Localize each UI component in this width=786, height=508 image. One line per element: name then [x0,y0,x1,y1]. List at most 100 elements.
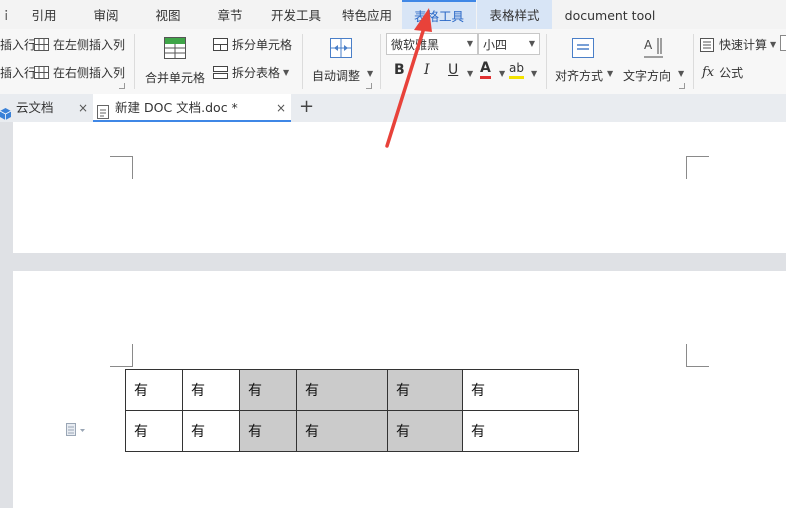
menu-tab-bar: ｉ 引用 审阅 视图 章节 开发工具 特色应用 表格工具 表格样式 docume… [0,0,786,30]
auto-fit-icon [330,38,352,58]
table-cell[interactable]: 有 [182,410,240,452]
alignment-icon [572,38,594,58]
document-tab-bar: 云文档 × 新建 DOC 文档.doc * × + [0,94,786,123]
overflow-icon[interactable] [780,35,786,51]
alignment-button[interactable]: 对齐方式 ▼ [552,33,614,89]
tab-special-features[interactable]: 特色应用 [337,0,397,29]
dropdown-caret-icon[interactable]: ▼ [467,69,473,78]
font-size-select[interactable]: 小四 ▼ [478,33,540,55]
insert-row-below-button[interactable]: 插入行 [0,62,36,82]
table-cell-selected[interactable]: 有 [296,369,388,411]
dropdown-caret-icon[interactable]: ▼ [531,69,537,78]
dropdown-caret-icon: ▼ [678,69,685,78]
dropdown-caret-icon: ▼ [466,39,473,48]
split-cells-button[interactable]: 拆分单元格 [213,34,292,54]
font-color-button[interactable]: A [480,61,491,79]
font-name-value: 微软雅黑 [391,38,440,52]
italic-button[interactable]: I [424,62,430,78]
insert-column-right-icon [34,65,49,79]
auto-fit-button[interactable]: 自动调整 ▼ [308,33,374,89]
dropdown-caret-icon: ▼ [528,39,535,48]
document-page-1[interactable] [13,122,786,253]
document-page-2[interactable]: 有 有 有 有 有 有 有 有 有 有 有 有 [13,271,786,508]
tab-review[interactable]: 审阅 [84,0,128,29]
tab-chapter[interactable]: 章节 [208,0,252,29]
document-canvas[interactable]: 有 有 有 有 有 有 有 有 有 有 有 有 [0,122,786,508]
ribbon-divider [302,34,303,89]
quick-calc-label: 快速计算 [719,37,768,52]
dropdown-caret-icon: ▼ [770,39,777,49]
formula-label: 公式 [719,65,744,80]
dropdown-caret-icon: ▼ [607,69,614,78]
font-name-select[interactable]: 微软雅黑 ▼ [386,33,478,55]
dropdown-caret-icon: ▼ [367,69,374,78]
doc-tab-cloud[interactable]: 云文档 × [0,94,92,122]
ribbon-divider [546,34,547,89]
table-cell-selected[interactable]: 有 [239,410,297,452]
auto-fit-label: 自动调整 [312,69,361,83]
calculator-icon [700,37,715,52]
text-direction-label: 文字方向 [623,69,672,83]
merge-cells-icon [164,37,186,59]
split-table-button[interactable]: 拆分表格 ▼ [213,62,289,82]
tab-table-style[interactable]: 表格样式 [477,0,552,29]
font-size-value: 小四 [483,38,508,52]
split-table-icon [213,65,228,79]
close-icon[interactable]: × [276,94,286,122]
table-cell[interactable]: 有 [125,369,183,411]
insert-row-above-button[interactable]: 插入行 [0,34,36,54]
ribbon-divider [380,34,381,89]
group-dialog-launcher[interactable] [119,83,125,89]
text-direction-icon: A [642,36,664,58]
margin-marker [110,156,133,179]
merge-cells-button[interactable]: 合并单元格 [140,33,212,89]
tab-document-tool[interactable]: document tool [560,0,660,29]
paragraph-menu-icon[interactable] [66,423,86,437]
word-table[interactable]: 有 有 有 有 有 有 有 有 有 有 有 有 [125,369,579,452]
merge-cells-label: 合并单元格 [145,71,206,85]
split-cells-label: 拆分单元格 [232,37,293,52]
dropdown-caret-icon[interactable]: ▼ [499,69,505,78]
ribbon-toolbar: 插入行 插入行 在左侧插入列 在右侧插入列 合并单元格 拆分单元格 拆分表格 ▼ [0,29,786,95]
cloud-doc-icon [0,102,12,120]
table-cell[interactable]: 有 [125,410,183,452]
insert-col-right-label: 在右侧插入列 [53,65,126,80]
table-cell-selected[interactable]: 有 [239,369,297,411]
group-dialog-launcher[interactable] [366,83,372,89]
bold-button[interactable]: B [394,62,405,78]
table-row: 有 有 有 有 有 有 [125,410,579,452]
split-table-label: 拆分表格 [232,65,281,80]
tab-references[interactable]: 引用 [22,0,66,29]
table-cell-selected[interactable]: 有 [387,369,463,411]
group-dialog-launcher[interactable] [679,83,685,89]
margin-marker [686,156,709,179]
insert-row-below-label: 插入行 [0,65,37,80]
text-direction-button[interactable]: A 文字方向 ▼ [620,33,686,89]
alignment-label: 对齐方式 [555,69,604,83]
table-cell-selected[interactable]: 有 [296,410,388,452]
table-row: 有 有 有 有 有 有 [125,369,579,411]
underline-button[interactable]: U [448,62,458,78]
doc-tab-active[interactable]: 新建 DOC 文档.doc * × [93,94,291,122]
close-icon[interactable]: × [78,94,88,122]
document-icon [97,101,109,119]
menu-tab-partial[interactable]: ｉ [0,0,13,29]
insert-col-right-button[interactable]: 在右侧插入列 [34,62,125,82]
insert-col-left-button[interactable]: 在左侧插入列 [34,34,125,54]
ribbon-divider [693,34,694,89]
table-cell[interactable]: 有 [462,410,579,452]
insert-column-left-icon [34,37,49,51]
formula-button[interactable]: fx 公式 [702,62,743,82]
margin-marker [110,344,133,367]
tab-table-tools[interactable]: 表格工具 [402,0,476,29]
highlight-button[interactable]: ab [509,61,524,79]
new-tab-icon[interactable]: + [299,96,314,117]
table-cell[interactable]: 有 [182,369,240,411]
tab-developer-tools[interactable]: 开发工具 [265,0,327,29]
table-cell[interactable]: 有 [462,369,579,411]
table-cell-selected[interactable]: 有 [387,410,463,452]
margin-marker [686,344,709,367]
tab-view[interactable]: 视图 [146,0,190,29]
quick-calc-button[interactable]: 快速计算 ▼ [700,34,776,54]
doc-tab-title: 新建 DOC 文档.doc * [115,100,238,115]
